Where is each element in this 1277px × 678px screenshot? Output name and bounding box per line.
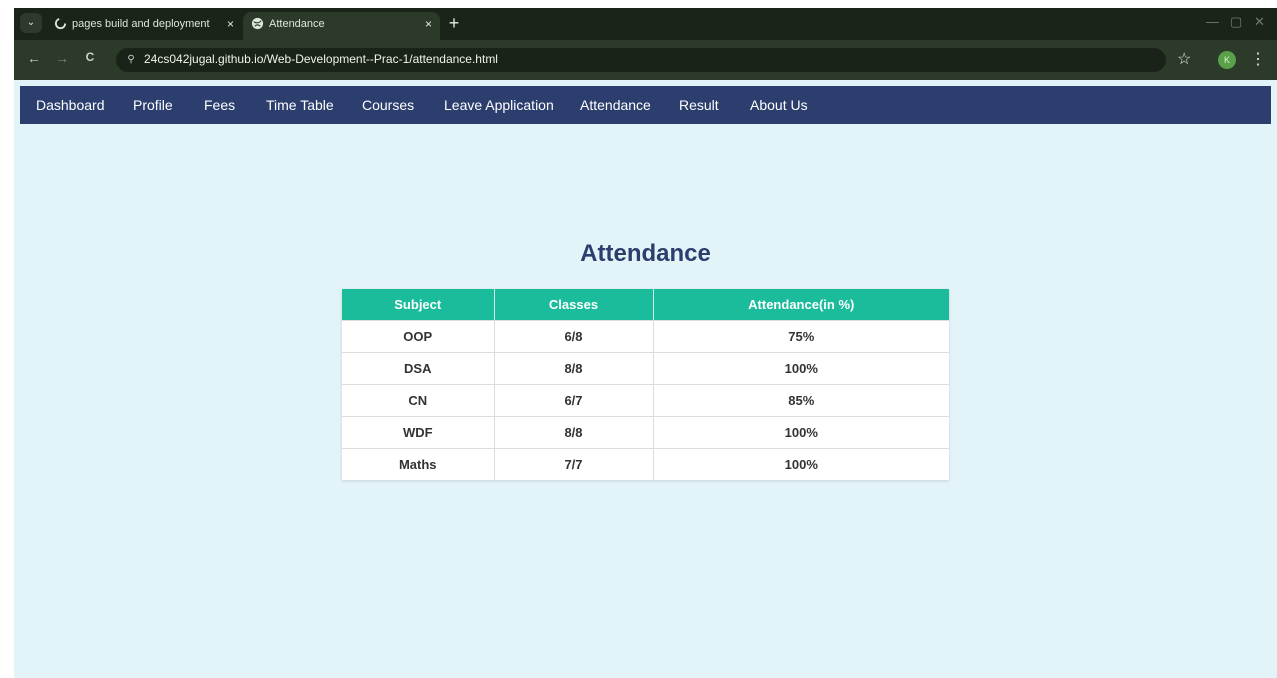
table-row: DSA 8/8 100%: [342, 351, 949, 384]
table-row: OOP 6/8 75%: [342, 319, 949, 352]
subject-cell: CN: [342, 383, 495, 416]
github-icon: [54, 17, 67, 30]
nav-attendance[interactable]: Attendance: [580, 97, 651, 113]
table-row: WDF 8/8 100%: [342, 415, 949, 448]
subject-cell: Maths: [342, 447, 495, 480]
maximize-icon[interactable]: ▢: [1230, 14, 1242, 30]
site-info-icon[interactable]: ⚲: [124, 53, 138, 67]
globe-icon: [251, 17, 264, 30]
back-icon[interactable]: ←: [24, 50, 44, 66]
classes-cell: 7/7: [494, 447, 654, 480]
table-header-row: Subject Classes Attendance(in %): [342, 289, 949, 320]
tab-search-button[interactable]: ⌄: [20, 13, 42, 33]
nav-result[interactable]: Result: [679, 97, 719, 113]
table-row: CN 6/7 85%: [342, 383, 949, 416]
minimize-icon[interactable]: —: [1206, 14, 1219, 29]
profile-avatar[interactable]: K: [1218, 51, 1236, 69]
attendance-cell: 100%: [653, 415, 949, 448]
site-navbar: Dashboard Profile Fees Time Table Course…: [20, 86, 1271, 124]
classes-cell: 6/8: [494, 319, 654, 352]
header-attendance: Attendance(in %): [653, 289, 949, 320]
classes-cell: 8/8: [494, 351, 654, 384]
nav-time-table[interactable]: Time Table: [266, 97, 334, 113]
nav-dashboard[interactable]: Dashboard: [36, 97, 105, 113]
nav-fees[interactable]: Fees: [204, 97, 235, 113]
subject-cell: WDF: [342, 415, 495, 448]
tab-pages-build[interactable]: pages build and deployment · 2 ×: [46, 12, 242, 40]
classes-cell: 6/7: [494, 383, 654, 416]
tab-strip: ⌄ pages build and deployment · 2 × Atten…: [14, 8, 1277, 40]
attendance-table: Subject Classes Attendance(in %) OOP 6/8…: [342, 289, 949, 480]
tab-title: Attendance: [269, 18, 325, 30]
close-window-icon[interactable]: ✕: [1254, 14, 1265, 30]
new-tab-button[interactable]: +: [442, 12, 466, 36]
nav-leave-application[interactable]: Leave Application: [444, 97, 554, 113]
header-subject: Subject: [342, 289, 495, 320]
address-bar[interactable]: ⚲ 24cs042jugal.github.io/Web-Development…: [116, 48, 1166, 72]
close-icon[interactable]: ×: [227, 12, 234, 36]
header-classes: Classes: [494, 289, 654, 320]
attendance-cell: 75%: [653, 319, 949, 352]
page-viewport: Dashboard Profile Fees Time Table Course…: [14, 80, 1277, 678]
tab-title: pages build and deployment · 2: [72, 18, 212, 30]
attendance-cell: 85%: [653, 383, 949, 416]
browser-window: ⌄ pages build and deployment · 2 × Atten…: [14, 8, 1277, 678]
table-row: Maths 7/7 100%: [342, 447, 949, 480]
browser-toolbar: ← → C ⚲ 24cs042jugal.github.io/Web-Devel…: [14, 40, 1277, 80]
url-text[interactable]: 24cs042jugal.github.io/Web-Development--…: [144, 52, 498, 66]
forward-icon[interactable]: →: [52, 50, 72, 66]
subject-cell: DSA: [342, 351, 495, 384]
classes-cell: 8/8: [494, 415, 654, 448]
nav-profile[interactable]: Profile: [133, 97, 173, 113]
attendance-cell: 100%: [653, 351, 949, 384]
page-title: Attendance: [580, 240, 711, 267]
subject-cell: OOP: [342, 319, 495, 352]
close-icon[interactable]: ×: [425, 12, 432, 36]
attendance-cell: 100%: [653, 447, 949, 480]
nav-about-us[interactable]: About Us: [750, 97, 808, 113]
browser-menu-icon[interactable]: ⋮: [1250, 49, 1266, 69]
reload-icon[interactable]: C: [80, 50, 100, 64]
nav-courses[interactable]: Courses: [362, 97, 414, 113]
tab-attendance[interactable]: Attendance ×: [243, 12, 440, 40]
bookmark-star-icon[interactable]: ☆: [1177, 49, 1191, 69]
